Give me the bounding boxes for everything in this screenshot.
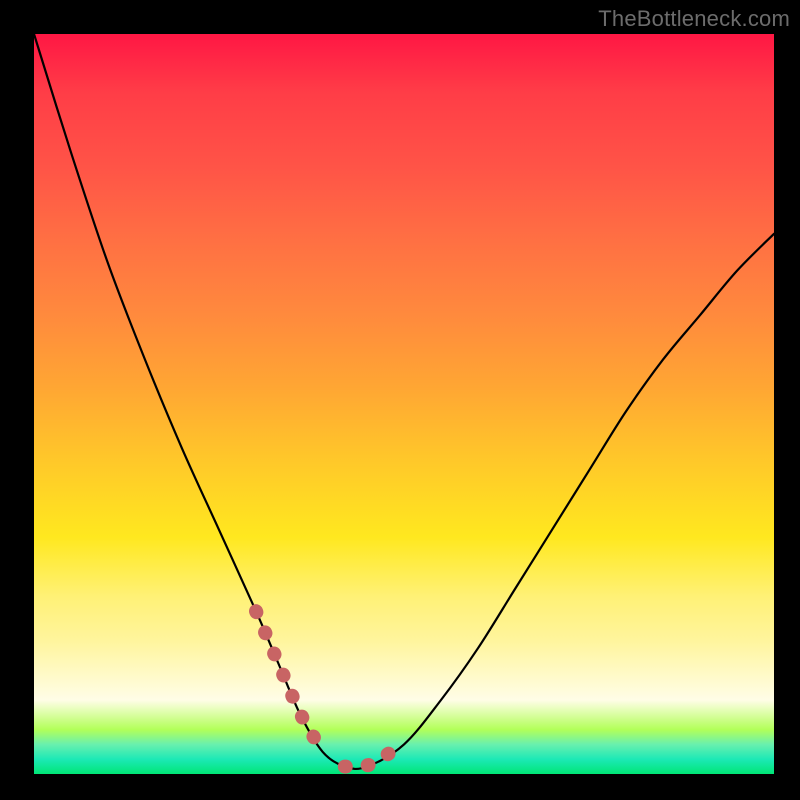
highlight-segment	[345, 744, 404, 766]
highlight-segment	[256, 611, 323, 752]
watermark-text: TheBottleneck.com	[598, 6, 790, 32]
bottleneck-curve	[34, 34, 774, 769]
highlight-markers	[256, 611, 404, 766]
chart-frame: TheBottleneck.com	[0, 0, 800, 800]
curve-svg	[34, 34, 774, 774]
plot-area	[34, 34, 774, 774]
